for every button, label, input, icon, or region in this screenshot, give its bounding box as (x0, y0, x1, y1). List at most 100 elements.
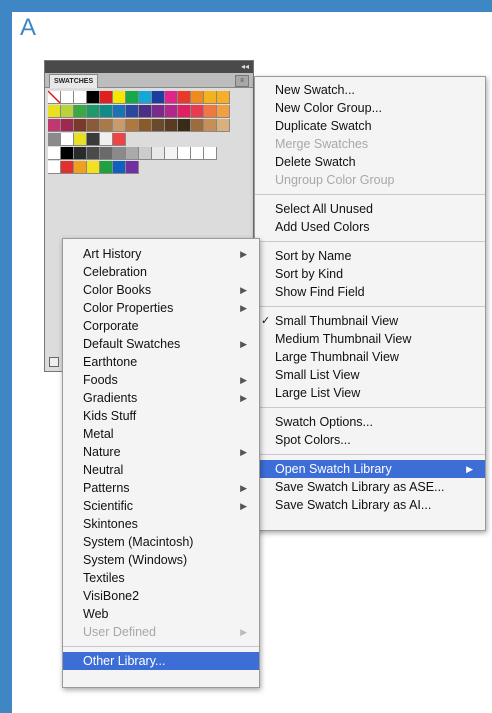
swatch[interactable] (113, 105, 126, 118)
menu-item-merge-swatches[interactable]: Merge Swatches (255, 135, 485, 153)
collapse-icon[interactable]: ◂◂ (241, 61, 249, 73)
swatch[interactable] (126, 119, 139, 132)
swatch[interactable] (152, 147, 165, 160)
menu-item-corporate[interactable]: Corporate (63, 317, 259, 335)
menu-item-swatch-options[interactable]: Swatch Options... (255, 413, 485, 431)
swatch[interactable] (152, 119, 165, 132)
swatch[interactable] (165, 147, 178, 160)
swatch[interactable] (48, 119, 61, 132)
menu-item-large-thumbnail-view[interactable]: Large Thumbnail View (255, 348, 485, 366)
menu-item-foods[interactable]: Foods ▶ (63, 371, 259, 389)
swatch[interactable] (204, 91, 217, 104)
swatch[interactable] (100, 91, 113, 104)
menu-item-sort-by-name[interactable]: Sort by Name (255, 247, 485, 265)
swatch[interactable] (178, 91, 191, 104)
swatch[interactable] (139, 91, 152, 104)
menu-item-show-find-field[interactable]: Show Find Field (255, 283, 485, 301)
swatch[interactable] (61, 147, 74, 160)
menu-item-duplicate-swatch[interactable]: Duplicate Swatch (255, 117, 485, 135)
swatch[interactable] (113, 119, 126, 132)
swatch[interactable] (48, 147, 61, 160)
swatch[interactable] (165, 91, 178, 104)
menu-item-default-swatches[interactable]: Default Swatches ▶ (63, 335, 259, 353)
menu-item-art-history[interactable]: Art History ▶ (63, 245, 259, 263)
swatch[interactable] (217, 105, 230, 118)
swatch[interactable] (126, 91, 139, 104)
menu-item-system-macintosh[interactable]: System (Macintosh) (63, 533, 259, 551)
menu-item-delete-swatch[interactable]: Delete Swatch (255, 153, 485, 171)
swatch[interactable] (191, 147, 204, 160)
menu-item-web[interactable]: Web (63, 605, 259, 623)
swatch[interactable] (74, 147, 87, 160)
swatch[interactable] (191, 105, 204, 118)
swatch[interactable] (217, 119, 230, 132)
menu-item-color-books[interactable]: Color Books ▶ (63, 281, 259, 299)
swatch[interactable] (139, 147, 152, 160)
menu-item-scientific[interactable]: Scientific ▶ (63, 497, 259, 515)
menu-item-medium-thumbnail-view[interactable]: Medium Thumbnail View (255, 330, 485, 348)
menu-item-kids-stuff[interactable]: Kids Stuff (63, 407, 259, 425)
menu-item-new-swatch[interactable]: New Swatch... (255, 81, 485, 99)
menu-item-system-windows[interactable]: System (Windows) (63, 551, 259, 569)
swatch[interactable] (48, 133, 61, 146)
menu-item-metal[interactable]: Metal (63, 425, 259, 443)
menu-item-small-thumbnail-view[interactable]: ✓ Small Thumbnail View (255, 312, 485, 330)
swatch[interactable] (139, 105, 152, 118)
swatch[interactable] (100, 119, 113, 132)
swatch[interactable] (74, 91, 87, 104)
swatch[interactable] (61, 119, 74, 132)
swatch[interactable] (126, 161, 139, 174)
swatch[interactable] (74, 119, 87, 132)
menu-item-textiles[interactable]: Textiles (63, 569, 259, 587)
menu-item-small-list-view[interactable]: Small List View (255, 366, 485, 384)
swatch[interactable] (100, 147, 113, 160)
swatch[interactable] (48, 161, 61, 174)
menu-item-select-all-unused[interactable]: Select All Unused (255, 200, 485, 218)
swatch[interactable] (113, 133, 126, 146)
swatch[interactable] (191, 119, 204, 132)
swatch[interactable] (217, 91, 230, 104)
menu-item-color-properties[interactable]: Color Properties ▶ (63, 299, 259, 317)
panel-titlebar[interactable]: ◂◂ (45, 61, 253, 73)
swatch[interactable] (126, 105, 139, 118)
swatch[interactable] (87, 147, 100, 160)
swatch[interactable] (74, 105, 87, 118)
menu-item-skintones[interactable]: Skintones (63, 515, 259, 533)
swatch[interactable] (87, 119, 100, 132)
swatch[interactable] (191, 91, 204, 104)
swatch[interactable] (87, 91, 100, 104)
swatch[interactable] (100, 161, 113, 174)
menu-item-gradients[interactable]: Gradients ▶ (63, 389, 259, 407)
swatch[interactable] (152, 105, 165, 118)
menu-item-large-list-view[interactable]: Large List View (255, 384, 485, 402)
swatch[interactable] (165, 119, 178, 132)
menu-item-neutral[interactable]: Neutral (63, 461, 259, 479)
menu-item-patterns[interactable]: Patterns ▶ (63, 479, 259, 497)
menu-item-ungroup-color-group[interactable]: Ungroup Color Group (255, 171, 485, 189)
swatch[interactable] (126, 147, 139, 160)
menu-item-open-swatch-library[interactable]: Open Swatch Library ▶ (255, 460, 485, 478)
swatch[interactable] (152, 91, 165, 104)
menu-item-new-color-group[interactable]: New Color Group... (255, 99, 485, 117)
swatch[interactable] (139, 119, 152, 132)
swatch[interactable] (61, 133, 74, 146)
swatch[interactable] (100, 133, 113, 146)
swatch[interactable] (204, 147, 217, 160)
menu-item-save-swatch-library-as-ase[interactable]: Save Swatch Library as ASE... (255, 478, 485, 496)
menu-item-sort-by-kind[interactable]: Sort by Kind (255, 265, 485, 283)
menu-item-spot-colors[interactable]: Spot Colors... (255, 431, 485, 449)
swatch[interactable] (87, 133, 100, 146)
tab-swatches[interactable]: SWATCHES (49, 74, 99, 88)
swatch[interactable] (87, 161, 100, 174)
swatch[interactable] (100, 105, 113, 118)
swatch[interactable] (113, 161, 126, 174)
swatch[interactable] (178, 119, 191, 132)
menu-item-celebration[interactable]: Celebration (63, 263, 259, 281)
swatch-libraries-menu-icon[interactable] (49, 357, 59, 367)
swatch[interactable] (61, 105, 74, 118)
swatch[interactable] (74, 161, 87, 174)
menu-item-visibone2[interactable]: VisiBone2 (63, 587, 259, 605)
swatch[interactable] (74, 133, 87, 146)
menu-item-user-defined[interactable]: User Defined ▶ (63, 623, 259, 641)
swatch[interactable] (113, 147, 126, 160)
